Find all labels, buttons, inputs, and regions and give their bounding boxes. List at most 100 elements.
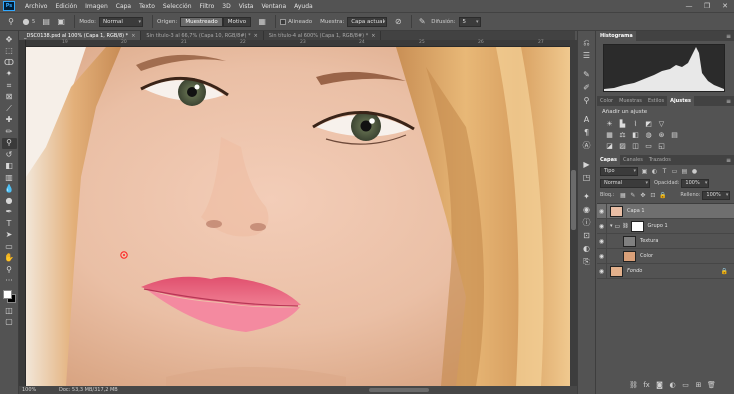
glyphs-panel-icon[interactable]: Ⓐ bbox=[579, 139, 594, 152]
timeline-panel-icon[interactable]: ◐ bbox=[579, 242, 594, 255]
black-white-icon[interactable]: ◧ bbox=[631, 130, 640, 139]
brush-tool-icon[interactable]: ✏ bbox=[2, 126, 17, 138]
menu-3d[interactable]: 3D bbox=[218, 3, 234, 10]
clone-stamp-tool-icon[interactable]: ⚲ bbox=[1, 137, 17, 149]
ignore-adjustment-icon[interactable]: ⊘ bbox=[392, 16, 404, 28]
tab-channels[interactable]: Canales bbox=[620, 155, 646, 165]
close-tab-icon[interactable]: × bbox=[131, 33, 135, 39]
lock-transparent-icon[interactable]: ▦ bbox=[619, 192, 626, 199]
link-layers-icon[interactable]: ⛓ bbox=[627, 380, 640, 390]
clone-source-icon[interactable]: ▣ bbox=[55, 16, 67, 28]
menu-seleccion[interactable]: Selección bbox=[159, 3, 196, 10]
layer-style-icon[interactable]: fx bbox=[640, 380, 653, 390]
photo-filter-icon[interactable]: ◍ bbox=[644, 130, 653, 139]
filter-adjustment-icon[interactable]: ◐ bbox=[651, 168, 658, 175]
invert-icon[interactable]: ◪ bbox=[605, 141, 614, 150]
info-panel-icon[interactable]: ⓘ bbox=[579, 216, 594, 229]
marquee-tool-icon[interactable]: ⬚ bbox=[2, 46, 17, 58]
gradient-tool-icon[interactable]: ▥ bbox=[2, 172, 17, 184]
filter-smart-icon[interactable]: ▤ bbox=[681, 168, 688, 175]
layer-row-grupo-1[interactable]: ◉ ▾ ▭ ⛓ Grupo 1 bbox=[597, 218, 734, 234]
more-tools-icon[interactable]: ··· bbox=[2, 276, 17, 288]
close-tab-icon[interactable]: × bbox=[371, 33, 375, 39]
hue-saturation-icon[interactable]: ▦ bbox=[605, 130, 614, 139]
color-swatches[interactable] bbox=[2, 289, 17, 305]
layer-filter-select[interactable]: Tipo bbox=[600, 166, 638, 176]
visibility-eye-icon[interactable]: ◉ bbox=[597, 248, 607, 264]
posterize-icon[interactable]: ▨ bbox=[618, 141, 627, 150]
tab-adjustments[interactable]: Ajustes bbox=[667, 96, 694, 106]
document-size[interactable]: Doc: 53,3 MB/317,2 MB bbox=[41, 387, 118, 393]
menu-ventana[interactable]: Ventana bbox=[257, 3, 290, 10]
visibility-eye-icon[interactable]: ◉ bbox=[597, 203, 607, 219]
origin-pattern-button[interactable]: Motivo bbox=[222, 16, 252, 27]
menu-vista[interactable]: Vista bbox=[235, 3, 258, 10]
vertical-scrollbar[interactable] bbox=[570, 40, 577, 386]
menu-archivo[interactable]: Archivo bbox=[21, 3, 51, 10]
layer-row-textura[interactable]: ◉ Textura bbox=[597, 233, 734, 249]
visibility-eye-icon[interactable]: ◉ bbox=[597, 218, 607, 234]
layer-row-color[interactable]: ◉ Color bbox=[597, 248, 734, 264]
brush-panel-icon[interactable]: ▤ bbox=[40, 16, 52, 28]
tab-swatches[interactable]: Muestras bbox=[616, 96, 645, 106]
quick-select-tool-icon[interactable]: ✦ bbox=[2, 69, 17, 81]
menu-edicion[interactable]: Edición bbox=[51, 3, 81, 10]
close-tab-icon[interactable]: × bbox=[254, 33, 258, 39]
color-balance-icon[interactable]: ⚖ bbox=[618, 130, 627, 139]
lasso-tool-icon[interactable]: ↀ bbox=[2, 57, 17, 69]
history-panel-icon[interactable]: ⎌ bbox=[579, 36, 594, 49]
brightness-contrast-icon[interactable]: ☀ bbox=[605, 119, 614, 128]
tab-styles[interactable]: Estilos bbox=[645, 96, 667, 106]
zoom-tool-icon[interactable]: ⚲ bbox=[2, 264, 17, 276]
document-tab[interactable]: Sin título-4 al 600% (Capa 1, RGB/8#) * … bbox=[264, 31, 382, 40]
menu-ayuda[interactable]: Ayuda bbox=[290, 3, 317, 10]
lock-all-icon[interactable]: 🔒 bbox=[659, 192, 666, 199]
curves-icon[interactable]: ⌇ bbox=[631, 119, 640, 128]
vibrance-icon[interactable]: ▽ bbox=[657, 119, 666, 128]
clone-source-panel-icon[interactable]: ⚲ bbox=[579, 94, 594, 107]
notes-panel-icon[interactable]: ⎘ bbox=[579, 255, 594, 268]
sample-select[interactable]: Capa actual bbox=[347, 16, 388, 27]
diffusion-select[interactable]: 5 bbox=[458, 16, 481, 27]
levels-icon[interactable]: ▙ bbox=[618, 119, 627, 128]
document-tab[interactable]: Sin título-3 al 66,7% (Capa 10, RGB/8#) … bbox=[141, 31, 264, 40]
navigator-panel-icon[interactable]: ⊡ bbox=[579, 229, 594, 242]
path-select-tool-icon[interactable]: ➤ bbox=[2, 230, 17, 242]
color-lookup-icon[interactable]: ▤ bbox=[670, 130, 679, 139]
horizontal-scroll-thumb[interactable] bbox=[369, 388, 429, 392]
delete-layer-icon[interactable]: 🗑 bbox=[705, 380, 718, 390]
hand-tool-icon[interactable]: ✋ bbox=[2, 253, 17, 265]
vertical-scroll-thumb[interactable] bbox=[571, 170, 576, 230]
move-tool-icon[interactable]: ✥ bbox=[2, 34, 17, 46]
layer-mask-thumbnail[interactable] bbox=[630, 220, 644, 232]
tab-layers[interactable]: Capas bbox=[597, 155, 620, 165]
filter-toggle-icon[interactable]: ● bbox=[691, 168, 698, 175]
lock-artboard-icon[interactable]: ⊡ bbox=[649, 192, 656, 199]
pattern-picker-icon[interactable]: ▦ bbox=[256, 16, 268, 28]
selective-color-icon[interactable]: ◱ bbox=[657, 141, 666, 150]
visibility-eye-icon[interactable]: ◉ bbox=[597, 233, 607, 249]
close-button[interactable]: ✕ bbox=[716, 0, 734, 12]
new-layer-icon[interactable]: ⊞ bbox=[692, 380, 705, 390]
brush-settings-icon[interactable]: ✎ bbox=[579, 68, 594, 81]
actions-panel-icon[interactable]: ▶ bbox=[579, 158, 594, 171]
layer-comps-icon[interactable]: ◳ bbox=[579, 171, 594, 184]
document-tab[interactable]: _DSC0138.psd al 100% (Capa 1, RGB/8) * × bbox=[19, 31, 142, 40]
menu-filtro[interactable]: Filtro bbox=[196, 3, 219, 10]
history-brush-tool-icon[interactable]: ↺ bbox=[2, 149, 17, 161]
menu-capa[interactable]: Capa bbox=[112, 3, 135, 10]
lock-image-icon[interactable]: ✎ bbox=[629, 192, 636, 199]
brushes-panel-icon[interactable]: ✐ bbox=[579, 81, 594, 94]
panel-menu-icon[interactable]: ≡ bbox=[726, 98, 731, 105]
filter-type-icon[interactable]: T bbox=[661, 168, 668, 175]
eraser-tool-icon[interactable]: ◧ bbox=[2, 161, 17, 173]
foreground-color-swatch[interactable] bbox=[2, 290, 12, 299]
lock-position-icon[interactable]: ✥ bbox=[639, 192, 646, 199]
clone-stamp-icon[interactable]: ⚲ bbox=[5, 16, 17, 28]
paragraph-panel-icon[interactable]: ¶ bbox=[579, 126, 594, 139]
gradient-map-icon[interactable]: ▭ bbox=[644, 141, 653, 150]
screen-mode-icon[interactable]: ▢ bbox=[2, 317, 17, 329]
crop-tool-icon[interactable]: ⌗ bbox=[2, 80, 17, 92]
shape-tool-icon[interactable]: ▭ bbox=[2, 241, 17, 253]
layer-row-fondo[interactable]: ◉ Fondo 🔒 bbox=[597, 263, 734, 279]
